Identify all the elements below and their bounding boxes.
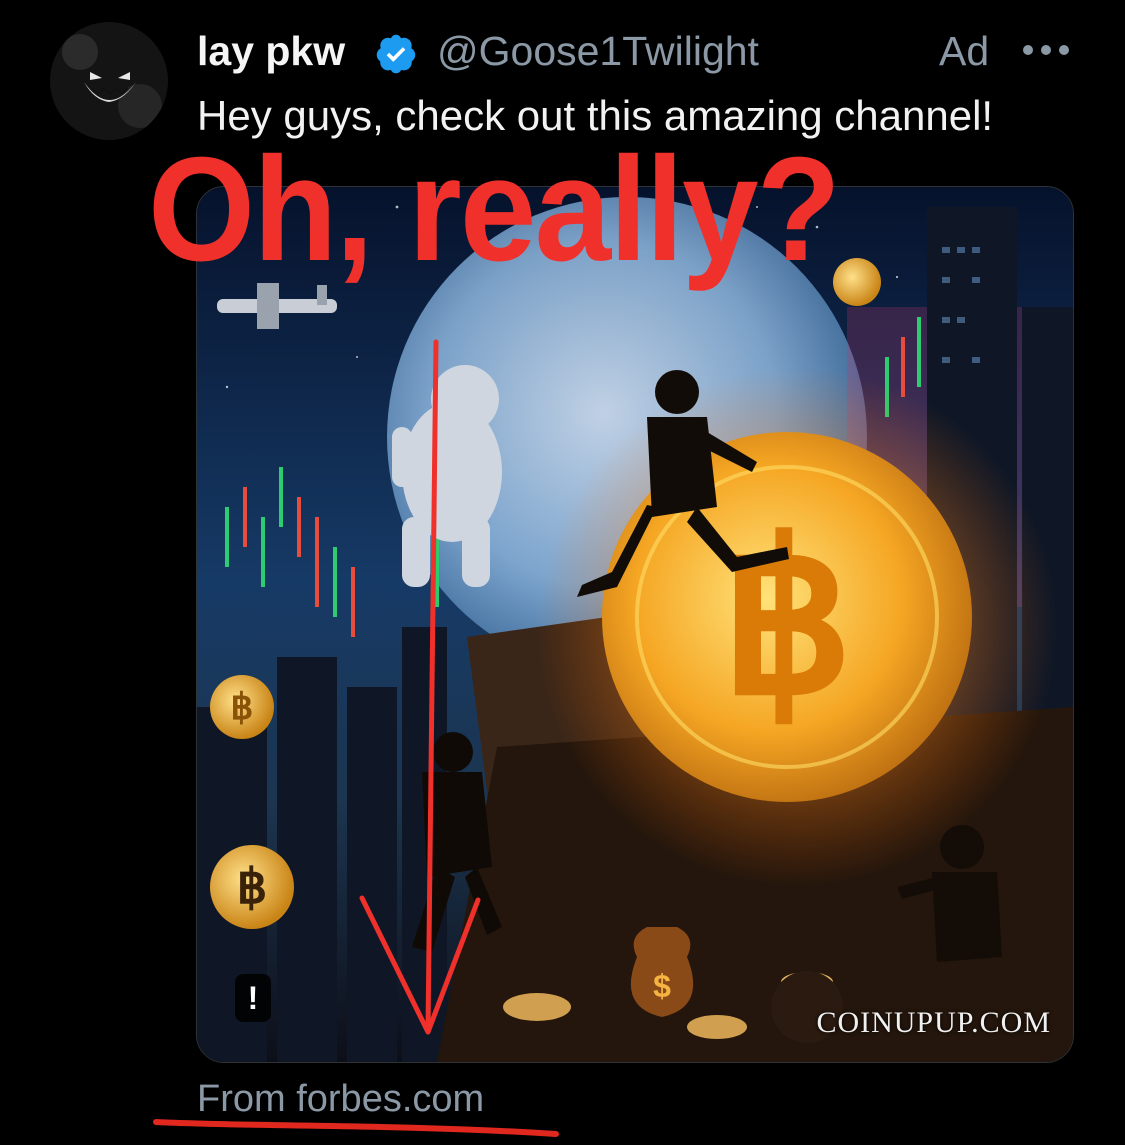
alt-text-badge[interactable]: ! [235,974,271,1022]
verified-badge-icon [376,34,416,74]
ad-label: Ad [939,28,990,74]
handle[interactable]: @Goose1Twilight [437,28,759,75]
tweet-text: Hey guys, check out this amazing channel… [197,92,994,139]
ad-illustration: ฿ ฿ ฿ $ [197,187,1073,1062]
media-card[interactable]: ฿ ฿ ฿ $ ! COINUPUP.COM [196,186,1074,1063]
display-name[interactable]: lay pkw [197,28,345,75]
more-options-icon[interactable] [1022,44,1070,56]
svg-text:$: $ [653,968,671,1004]
avatar-image [50,22,168,140]
source-link[interactable]: From forbes.com [197,1078,484,1121]
tweet-header: lay pkw @Goose1Twilight Ad [197,26,1125,80]
watermark: COINUPUP.COM [816,1006,1051,1039]
svg-text:฿: ฿ [231,686,254,727]
svg-text:฿: ฿ [720,502,854,737]
svg-text:฿: ฿ [237,861,268,914]
avatar[interactable] [50,22,168,140]
